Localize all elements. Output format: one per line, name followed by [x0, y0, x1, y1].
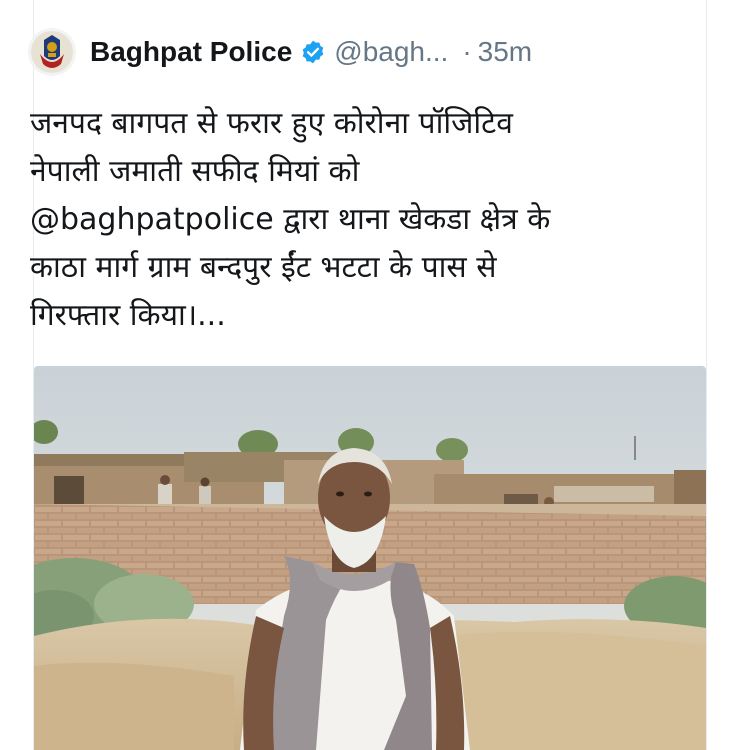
photo-scene — [34, 366, 706, 750]
author-handle[interactable]: @bagh... — [334, 36, 448, 68]
verified-badge-icon — [300, 39, 326, 65]
tweet-text-line: गिरफ्तार किया।... — [30, 298, 226, 333]
police-emblem-icon — [31, 31, 73, 73]
separator-dot: · — [462, 36, 472, 67]
tweet-text-line: @baghpatpolice द्वारा थाना खेकडा क्षेत्र… — [30, 202, 551, 237]
tweet-photo[interactable] — [34, 366, 706, 750]
tweet-text: जनपद बागपत से फरार हुए कोरोना पॉजिटिव ने… — [30, 100, 670, 340]
avatar[interactable] — [28, 28, 76, 76]
tweet-text-line: जनपद बागपत से फरार हुए कोरोना पॉजिटिव — [30, 106, 513, 141]
tweet-timestamp[interactable]: 35m — [478, 36, 532, 68]
tweet-text-line: नेपाली जमाती सफीद मियां को — [30, 154, 360, 189]
author-name[interactable]: Baghpat Police — [90, 36, 292, 68]
tweet-header: Baghpat Police @bagh... · 35m — [28, 28, 714, 76]
tweet-text-line: काठा मार्ग ग्राम बन्दपुर ईंट भटटा के पास… — [30, 250, 497, 285]
